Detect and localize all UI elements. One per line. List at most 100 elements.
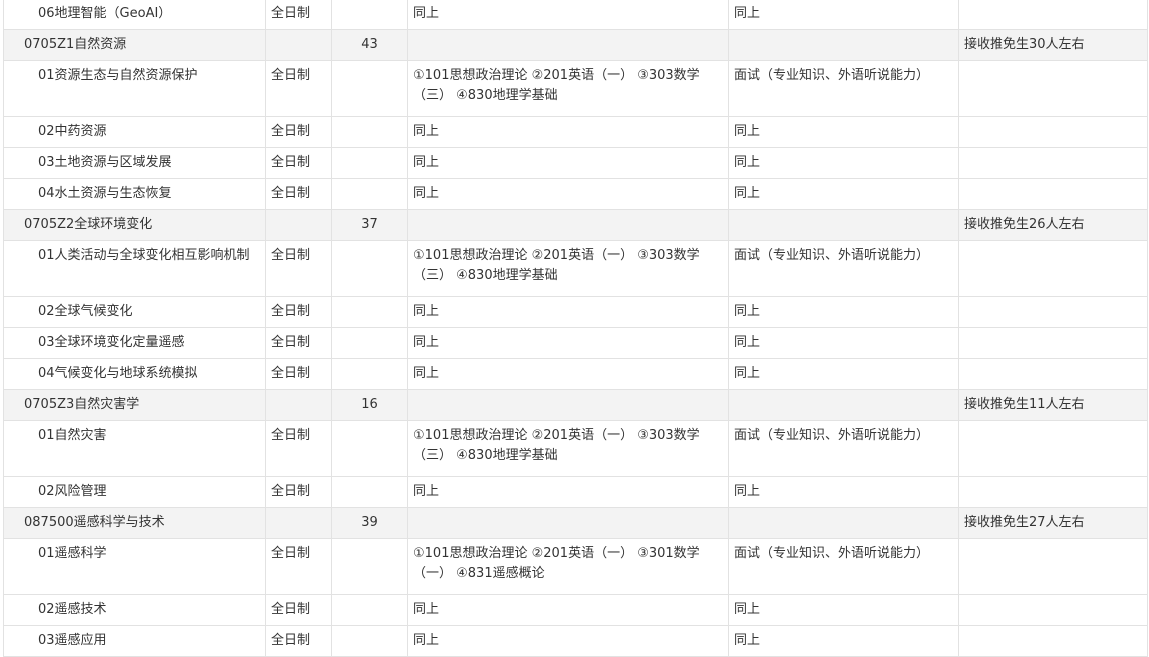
study-mode-text: 全日制	[271, 6, 311, 21]
exam-subjects-cell: 同上	[407, 116, 729, 148]
retest-content-text: 面试（专业知识、外语听说能力）	[734, 546, 930, 561]
study-mode-cell: 全日制	[265, 147, 332, 179]
enrollment-count-cell: 37	[331, 209, 408, 241]
study-mode-text: 全日制	[271, 248, 311, 263]
major-row: 0705Z1自然资源 43 接收推免生30人左右	[3, 29, 1148, 61]
enrollment-count-cell	[331, 60, 408, 117]
enrollment-count-cell	[331, 538, 408, 595]
major-row: 0705Z2全球环境变化 37 接收推免生26人左右	[3, 209, 1148, 241]
study-mode-text: 全日制	[271, 484, 311, 499]
exam-subjects-text: 同上	[413, 304, 440, 319]
exam-subjects-cell	[407, 389, 729, 421]
major-name-text: 06地理智能（GeoAI）	[38, 6, 172, 21]
major-name-cell: 02遥感技术	[3, 594, 266, 626]
retest-content-text: 同上	[734, 366, 761, 381]
study-mode-cell: 全日制	[265, 538, 332, 595]
major-name-cell: 03遥感应用	[3, 625, 266, 657]
remarks-cell	[958, 116, 1148, 148]
major-name-text: 01人类活动与全球变化相互影响机制	[38, 248, 250, 263]
remarks-text: 接收推免生11人左右	[964, 397, 1085, 412]
exam-subjects-text: ①101思想政治理论 ②201英语（一） ③303数学（三） ④830地理学基础	[413, 428, 700, 463]
enrollment-count-text: 37	[361, 217, 378, 232]
retest-content-cell: 同上	[728, 327, 959, 359]
major-name-cell: 06地理智能（GeoAI）	[3, 0, 266, 30]
remarks-cell	[958, 625, 1148, 657]
retest-content-cell: 同上	[728, 147, 959, 179]
major-name-cell: 02风险管理	[3, 476, 266, 508]
remarks-text: 接收推免生30人左右	[964, 37, 1085, 52]
direction-row: 01遥感科学 全日制 ①101思想政治理论 ②201英语（一） ③301数学（一） …	[3, 538, 1148, 595]
remarks-cell	[958, 240, 1148, 297]
remarks-cell	[958, 60, 1148, 117]
exam-subjects-text: 同上	[413, 186, 440, 201]
major-name-cell: 01人类活动与全球变化相互影响机制	[3, 240, 266, 297]
retest-content-text: 面试（专业知识、外语听说能力）	[734, 68, 930, 83]
major-row: 087500遥感科学与技术 39 接收推免生27人左右	[3, 507, 1148, 539]
study-mode-cell: 全日制	[265, 60, 332, 117]
retest-content-text: 同上	[734, 124, 761, 139]
remarks-cell: 接收推免生27人左右	[958, 507, 1148, 539]
enrollment-count-cell	[331, 178, 408, 210]
exam-subjects-text: 同上	[413, 602, 440, 617]
major-name-text: 0705Z1自然资源	[24, 37, 127, 52]
direction-row: 06地理智能（GeoAI） 全日制 同上 同上	[3, 0, 1148, 30]
exam-subjects-text: ①101思想政治理论 ②201英语（一） ③303数学（三） ④830地理学基础	[413, 68, 700, 103]
study-mode-cell	[265, 389, 332, 421]
retest-content-cell: 同上	[728, 358, 959, 390]
enrollment-count-cell: 39	[331, 507, 408, 539]
enrollment-count-cell	[331, 358, 408, 390]
exam-subjects-text: 同上	[413, 6, 440, 21]
direction-row: 02遥感技术 全日制 同上 同上	[3, 594, 1148, 626]
retest-content-text: 同上	[734, 304, 761, 319]
direction-row: 04水土资源与生态恢复 全日制 同上 同上	[3, 178, 1148, 210]
direction-row: 02全球气候变化 全日制 同上 同上	[3, 296, 1148, 328]
exam-subjects-text: ①101思想政治理论 ②201英语（一） ③301数学（一） ④831遥感概论	[413, 546, 700, 581]
major-name-cell: 03土地资源与区域发展	[3, 147, 266, 179]
enrollment-count-cell	[331, 147, 408, 179]
enrollment-count-cell	[331, 296, 408, 328]
exam-subjects-cell: 同上	[407, 625, 729, 657]
study-mode-cell	[265, 209, 332, 241]
exam-subjects-text: 同上	[413, 335, 440, 350]
exam-subjects-cell	[407, 29, 729, 61]
direction-row: 01资源生态与自然资源保护 全日制 ①101思想政治理论 ②201英语（一） ③30…	[3, 60, 1148, 117]
remarks-cell: 接收推免生30人左右	[958, 29, 1148, 61]
major-name-text: 03土地资源与区域发展	[38, 155, 172, 170]
retest-content-cell: 面试（专业知识、外语听说能力）	[728, 420, 959, 477]
admissions-table-body: 06地理智能（GeoAI） 全日制 同上 同上 0705Z1自然资源 43 接收推免生30人…	[3, 0, 1148, 657]
enrollment-count-cell	[331, 625, 408, 657]
retest-content-cell: 面试（专业知识、外语听说能力）	[728, 240, 959, 297]
direction-row: 03土地资源与区域发展 全日制 同上 同上	[3, 147, 1148, 179]
direction-row: 01人类活动与全球变化相互影响机制 全日制 ①101思想政治理论 ②201英语（一）…	[3, 240, 1148, 297]
remarks-cell: 接收推免生26人左右	[958, 209, 1148, 241]
major-name-text: 01遥感科学	[38, 546, 107, 561]
exam-subjects-cell: 同上	[407, 0, 729, 30]
major-name-cell: 04气候变化与地球系统模拟	[3, 358, 266, 390]
retest-content-cell	[728, 507, 959, 539]
remarks-cell	[958, 327, 1148, 359]
exam-subjects-cell: 同上	[407, 327, 729, 359]
remarks-cell	[958, 476, 1148, 508]
exam-subjects-cell	[407, 209, 729, 241]
enrollment-count-cell	[331, 327, 408, 359]
retest-content-text: 同上	[734, 6, 761, 21]
remarks-cell	[958, 420, 1148, 477]
study-mode-text: 全日制	[271, 68, 311, 83]
enrollment-count-cell	[331, 420, 408, 477]
enrollment-count-cell: 43	[331, 29, 408, 61]
enrollment-count-text: 43	[361, 37, 378, 52]
direction-row: 04气候变化与地球系统模拟 全日制 同上 同上	[3, 358, 1148, 390]
study-mode-cell: 全日制	[265, 327, 332, 359]
exam-subjects-cell: 同上	[407, 476, 729, 508]
retest-content-cell: 面试（专业知识、外语听说能力）	[728, 60, 959, 117]
major-name-cell: 04水土资源与生态恢复	[3, 178, 266, 210]
enrollment-count-cell	[331, 240, 408, 297]
study-mode-cell: 全日制	[265, 240, 332, 297]
enrollment-count-cell	[331, 476, 408, 508]
exam-subjects-cell: 同上	[407, 358, 729, 390]
major-name-text: 02中药资源	[38, 124, 107, 139]
admissions-table: 06地理智能（GeoAI） 全日制 同上 同上 0705Z1自然资源 43 接收推免生30人…	[3, 0, 1148, 657]
retest-content-cell: 同上	[728, 0, 959, 30]
enrollment-count-cell	[331, 116, 408, 148]
study-mode-cell: 全日制	[265, 0, 332, 30]
